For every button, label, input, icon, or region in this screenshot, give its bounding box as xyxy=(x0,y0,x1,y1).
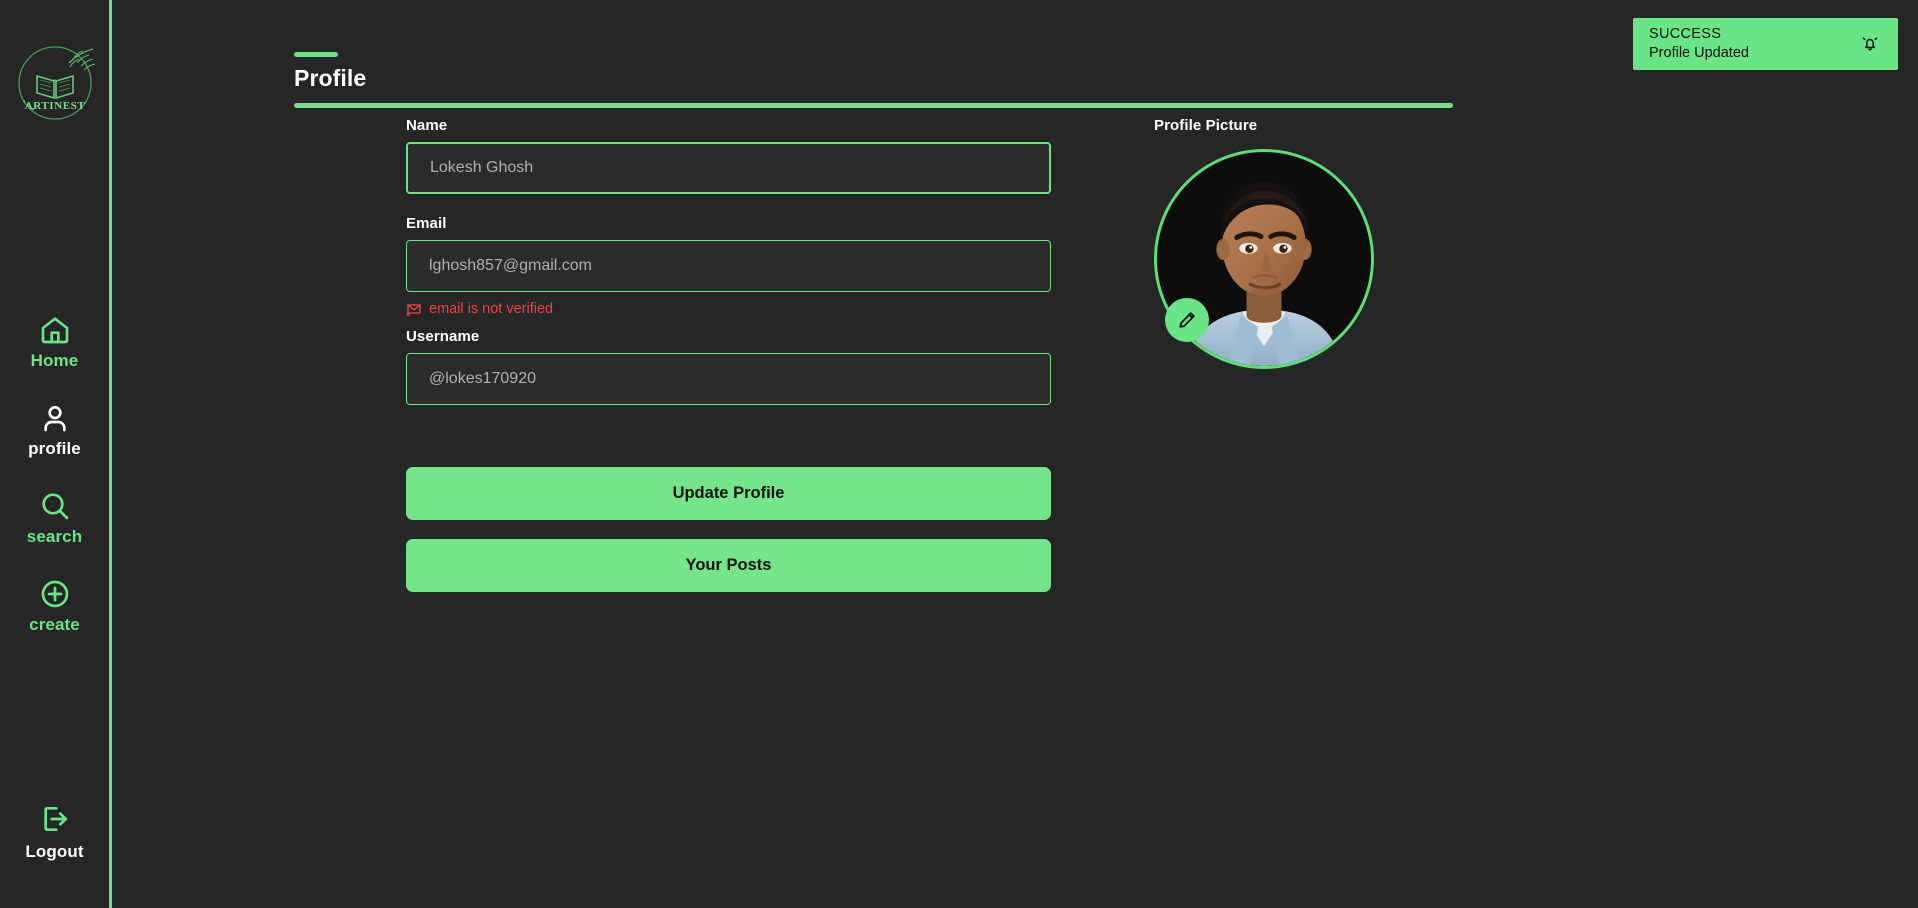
name-input[interactable]: Lokesh Ghosh xyxy=(406,142,1051,194)
edit-profile-picture-button[interactable] xyxy=(1165,298,1209,342)
sidebar-item-create-label: create xyxy=(29,614,80,634)
sidebar-item-profile[interactable]: profile xyxy=(0,385,109,473)
avatar-container xyxy=(1154,149,1374,369)
email-verification-error: email is not verified xyxy=(406,301,1051,317)
username-input[interactable]: @lokes170920 xyxy=(406,353,1051,405)
page-title: Profile xyxy=(294,65,367,91)
sidebar-item-profile-label: profile xyxy=(28,438,81,458)
profile-picture-label: Profile Picture xyxy=(1154,117,1258,134)
update-profile-button[interactable]: Update Profile xyxy=(406,467,1051,520)
profile-picture-section: Profile Picture xyxy=(1154,118,1374,369)
search-icon xyxy=(41,492,68,519)
email-label: Email xyxy=(406,215,447,232)
bell-ring-icon xyxy=(1862,37,1878,51)
your-posts-button[interactable]: Your Posts xyxy=(406,539,1051,592)
username-field-group: Username @lokes170920 xyxy=(406,329,1051,405)
user-icon xyxy=(43,405,66,431)
sidebar-nav: Home profile search create xyxy=(0,297,109,649)
artinest-book-logo-icon: ARTINEST xyxy=(17,46,95,120)
name-label: Name xyxy=(406,117,448,134)
sidebar: ARTINEST Home profile search create Logo… xyxy=(0,0,112,908)
title-accent-bar xyxy=(294,52,338,57)
name-field-group: Name Lokesh Ghosh xyxy=(406,118,1051,194)
logout-label: Logout xyxy=(25,842,84,861)
plus-circle-icon xyxy=(41,580,68,607)
mail-x-icon xyxy=(406,304,421,316)
sidebar-item-create[interactable]: create xyxy=(0,561,109,649)
brand-logo[interactable]: ARTINEST xyxy=(7,33,103,129)
svg-text:ARTINEST: ARTINEST xyxy=(24,100,85,112)
page-header: Profile xyxy=(294,52,366,90)
toast-message: Profile Updated xyxy=(1649,44,1749,61)
success-toast[interactable]: SUCCESS Profile Updated xyxy=(1633,18,1898,70)
sidebar-item-search-label: search xyxy=(26,526,83,546)
email-input[interactable]: lghosh857@gmail.com xyxy=(406,240,1051,292)
profile-form: Name Lokesh Ghosh Email lghosh857@gmail.… xyxy=(406,118,1051,592)
toast-text-group: SUCCESS Profile Updated xyxy=(1649,25,1850,62)
logout-button[interactable]: Logout xyxy=(0,803,109,860)
home-icon xyxy=(41,316,68,343)
main-content: Profile Name Lokesh Ghosh Email lghosh85… xyxy=(112,0,1918,908)
toast-title: SUCCESS xyxy=(1649,25,1722,42)
sidebar-item-home-label: Home xyxy=(30,350,79,370)
sidebar-item-search[interactable]: search xyxy=(0,473,109,561)
form-actions: Update Profile Your Posts xyxy=(406,467,1051,592)
header-divider xyxy=(294,103,1453,108)
pencil-icon xyxy=(1179,312,1195,328)
logout-icon xyxy=(43,807,67,831)
username-label: Username xyxy=(406,328,480,345)
email-error-text: email is not verified xyxy=(429,300,554,317)
email-field-group: Email lghosh857@gmail.com email is not v… xyxy=(406,216,1051,317)
sidebar-item-home[interactable]: Home xyxy=(0,297,109,385)
